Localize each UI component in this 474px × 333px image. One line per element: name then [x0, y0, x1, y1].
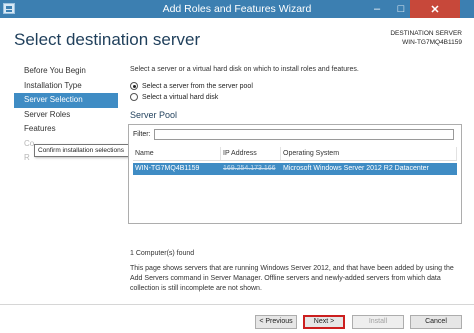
minimize-button[interactable]: – — [366, 0, 388, 18]
wizard-footer: < Previous Next > Install Cancel — [0, 304, 474, 333]
cell-os: Microsoft Windows Server 2012 R2 Datacen… — [283, 165, 429, 172]
nav-item-before-you-begin[interactable]: Before You Begin — [14, 64, 118, 79]
server-pool-title: Server Pool — [130, 110, 178, 120]
column-header-name[interactable]: Name — [133, 147, 221, 160]
cancel-button[interactable]: Cancel — [410, 315, 462, 329]
destination-server-value: WIN-TG7MQ4B1159 — [402, 39, 462, 46]
computer-count: 1 Computer(s) found — [130, 250, 195, 257]
radio-server-pool[interactable] — [130, 82, 138, 90]
wizard-header: Select destination server DESTINATION SE… — [0, 18, 474, 58]
destination-server-label: DESTINATION SERVER — [390, 30, 462, 37]
nav-item-installation-type[interactable]: Installation Type — [14, 79, 118, 94]
filter-label: Filter: — [133, 131, 151, 138]
column-header-ip[interactable]: IP Address — [221, 147, 281, 160]
install-button: Install — [352, 315, 404, 329]
table-row[interactable]: WIN-TG7MQ4B1159 169.254.173.166 Microsof… — [133, 163, 457, 175]
column-header-os[interactable]: Operating System — [281, 147, 457, 160]
server-pool-box: Filter: Name IP Address Operating System… — [128, 124, 462, 224]
pool-description: This page shows servers that are running… — [130, 265, 454, 292]
maximize-button[interactable]: □ — [390, 0, 412, 18]
next-button[interactable]: Next > — [303, 315, 345, 329]
option-virtual-disk[interactable]: Select a virtual hard disk — [130, 93, 218, 101]
title-bar: Add Roles and Features Wizard – □ ✕ — [0, 0, 474, 18]
filter-row: Filter: — [133, 129, 454, 140]
nav-tooltip: Confirm installation selections — [34, 144, 134, 157]
cell-name: WIN-TG7MQ4B1159 — [135, 165, 200, 172]
cell-ip: 169.254.173.166 — [223, 165, 276, 172]
radio-virtual-disk[interactable] — [130, 93, 138, 101]
page-title: Select destination server — [14, 30, 201, 49]
nav-item-server-roles[interactable]: Server Roles — [14, 108, 118, 123]
close-button[interactable]: ✕ — [410, 0, 460, 18]
previous-button[interactable]: < Previous — [255, 315, 297, 329]
intro-text: Select a server or a virtual hard disk o… — [130, 66, 359, 73]
server-grid: Name IP Address Operating System WIN-TG7… — [133, 147, 457, 175]
option-server-pool[interactable]: Select a server from the server pool — [130, 82, 253, 90]
filter-input[interactable] — [153, 129, 454, 140]
option-virtual-disk-label: Select a virtual hard disk — [142, 93, 219, 101]
grid-header: Name IP Address Operating System — [133, 147, 457, 161]
option-server-pool-label: Select a server from the server pool — [142, 82, 253, 90]
nav-item-server-selection[interactable]: Server Selection — [14, 93, 118, 108]
nav-item-features[interactable]: Features — [14, 122, 118, 137]
